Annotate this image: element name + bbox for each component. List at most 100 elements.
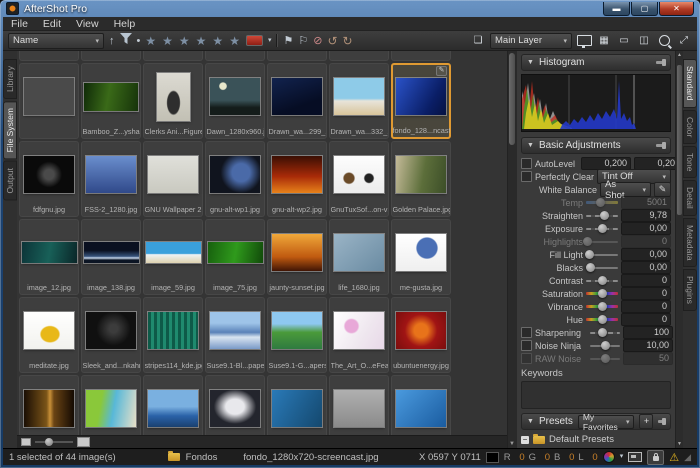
- fullscreen-icon[interactable]: ⤢: [676, 34, 692, 47]
- star-rating-6-icon[interactable]: ★: [229, 34, 241, 48]
- tools-tab-plugins[interactable]: Plugins: [683, 269, 697, 311]
- contrast-value[interactable]: 0: [621, 274, 671, 287]
- grid-cell[interactable]: Sleek_and...nkahn.jpg: [81, 297, 141, 373]
- panel-scrollbar[interactable]: ▲ ▼: [675, 51, 683, 448]
- grid-cell[interactable]: GnuTuxSof...on-v1.jpg: [329, 141, 389, 217]
- saturation-slider[interactable]: [586, 288, 618, 299]
- slider-handle[interactable]: [586, 263, 595, 272]
- sort-field-select[interactable]: Name ▾: [8, 33, 104, 49]
- grid-cell[interactable]: image_12.jpg: [19, 219, 79, 295]
- expander-icon[interactable]: −: [521, 436, 529, 444]
- raw-noise-value[interactable]: 50: [623, 352, 673, 365]
- perfectly-clear-checkbox[interactable]: [521, 171, 532, 182]
- menu-item-view[interactable]: View: [76, 18, 99, 30]
- collapse-icon[interactable]: ▼: [527, 142, 534, 149]
- scroll-down-icon[interactable]: ▼: [508, 441, 516, 447]
- slider-handle[interactable]: [45, 438, 53, 446]
- menu-item-file[interactable]: File: [11, 18, 28, 30]
- flag-reject-icon[interactable]: ⚐: [298, 34, 308, 48]
- slider-handle[interactable]: [598, 302, 607, 311]
- grid-scrollbar[interactable]: ▼: [507, 51, 516, 448]
- single-image-view-icon[interactable]: ▭: [616, 34, 632, 47]
- raw-noise-slider[interactable]: [590, 353, 620, 364]
- chevron-down-icon[interactable]: ▾: [620, 450, 624, 464]
- grid-cell[interactable]: Dawn_1280x960.jpg: [205, 63, 265, 139]
- straighten-value[interactable]: 9,78: [621, 209, 671, 222]
- grid-cell-partial[interactable]: [19, 51, 79, 61]
- grid-cell[interactable]: Drawn_wa...299_.jpg: [267, 63, 327, 139]
- warning-icon[interactable]: ⚠: [669, 451, 679, 464]
- white-balance-select[interactable]: As Shot ▾: [600, 182, 651, 197]
- tools-tab-standard[interactable]: Standard: [683, 59, 697, 108]
- slideshow-icon[interactable]: [576, 34, 592, 47]
- noise-ninja-checkbox[interactable]: [521, 340, 532, 351]
- histogram-header[interactable]: ▼ Histogram: [521, 54, 671, 71]
- grid-cell[interactable]: Golden Palace.jpg: [391, 141, 451, 217]
- dual-display-icon[interactable]: [628, 452, 642, 462]
- grid-cell[interactable]: Suse9.1-G...apers.jpg: [267, 297, 327, 373]
- hue-slider[interactable]: [586, 314, 618, 325]
- grid-cell[interactable]: The_Art_O...eFear.jpg: [329, 297, 389, 373]
- grid-cell[interactable]: me-gusta.jpg: [391, 219, 451, 295]
- grid-cell[interactable]: Bamboo_Z...ysha.jpg: [81, 63, 141, 139]
- tools-tab-color[interactable]: Color: [683, 110, 697, 144]
- grid-cell[interactable]: jaunty-sunset.jpg: [267, 219, 327, 295]
- grid-cell[interactable]: Suse9.1-Bl...papers.jpg: [205, 297, 265, 373]
- slider-handle[interactable]: [601, 354, 610, 363]
- grid-cell[interactable]: gnu-alt-wp2.jpg: [267, 141, 327, 217]
- minimize-button[interactable]: ▬: [603, 2, 630, 16]
- rotate-right-icon[interactable]: ↻: [343, 34, 353, 48]
- title-bar[interactable]: AfterShot Pro ▬ ▢ ✕: [0, 0, 700, 17]
- blacks-slider[interactable]: [586, 262, 618, 273]
- star-rating-2-icon[interactable]: ★: [162, 34, 174, 48]
- tools-tab-tone[interactable]: Tone: [683, 146, 697, 178]
- grid-cell[interactable]: gnu-alt-wp1.jpg: [205, 141, 265, 217]
- no-rating-dot-icon[interactable]: •: [137, 34, 141, 48]
- color-label-swatch[interactable]: [246, 35, 263, 46]
- presets-favorites-select[interactable]: My Favorites ▾: [578, 415, 635, 429]
- flag-pick-icon[interactable]: ⚑: [283, 34, 293, 48]
- scrollbar-thumb[interactable]: [677, 65, 682, 215]
- exposure-value[interactable]: 0,00: [621, 222, 671, 235]
- grid-cell[interactable]: image_138.jpg: [81, 219, 141, 295]
- slider-handle[interactable]: [598, 289, 607, 298]
- magnifier-icon[interactable]: [656, 34, 672, 47]
- grid-cell[interactable]: fdfgnu.jpg: [19, 141, 79, 217]
- grid-cell-partial[interactable]: [391, 51, 451, 61]
- maximize-button[interactable]: ▢: [631, 2, 658, 16]
- ban-icon[interactable]: ⊘: [313, 34, 322, 48]
- sidebar-tab-file-system[interactable]: File System: [3, 101, 17, 159]
- straighten-slider[interactable]: [586, 210, 618, 221]
- contrast-slider[interactable]: [586, 275, 618, 286]
- autolevel-checkbox[interactable]: [521, 158, 532, 169]
- menu-item-edit[interactable]: Edit: [43, 18, 61, 30]
- grid-cell-partial[interactable]: [81, 51, 141, 61]
- grid-cell-partial[interactable]: [143, 51, 203, 61]
- slider-handle[interactable]: [600, 211, 609, 220]
- pin-icon[interactable]: [656, 61, 665, 64]
- slider-handle[interactable]: [601, 341, 610, 350]
- sidebar-tab-output[interactable]: Output: [3, 161, 17, 201]
- sidebar-tab-library[interactable]: Library: [3, 59, 17, 99]
- filter-icon[interactable]: [120, 33, 132, 48]
- scroll-up-icon[interactable]: ▲: [676, 52, 683, 58]
- slider-handle[interactable]: [598, 328, 607, 337]
- slider-handle[interactable]: [598, 315, 607, 324]
- thumbnail-size-slider[interactable]: [35, 441, 73, 443]
- menu-item-help[interactable]: Help: [114, 18, 136, 30]
- raw-noise-checkbox[interactable]: [521, 353, 532, 364]
- grid-cell-partial[interactable]: [329, 51, 389, 61]
- vibrance-value[interactable]: 0: [621, 300, 671, 313]
- layers-icon[interactable]: ❏: [470, 34, 486, 47]
- grid-cell[interactable]: meditate.jpg: [19, 297, 79, 373]
- star-rating-1-icon[interactable]: ★: [145, 34, 157, 48]
- grid-cell[interactable]: Drawn_wa...332_.jpg: [329, 63, 389, 139]
- grid-cell[interactable]: ubuntuenergy.jpg: [391, 297, 451, 373]
- zoom-out-thumbnail-icon[interactable]: [21, 438, 31, 446]
- layer-select[interactable]: Main Layer ▾: [490, 33, 572, 49]
- sharpening-checkbox[interactable]: [521, 327, 532, 338]
- noise-ninja-value[interactable]: 10,00: [623, 339, 673, 352]
- saturation-value[interactable]: 0: [621, 287, 671, 300]
- temp-value[interactable]: 5001: [621, 196, 671, 209]
- grid-cell[interactable]: Clerks Ani...Figure.jpg: [143, 63, 203, 139]
